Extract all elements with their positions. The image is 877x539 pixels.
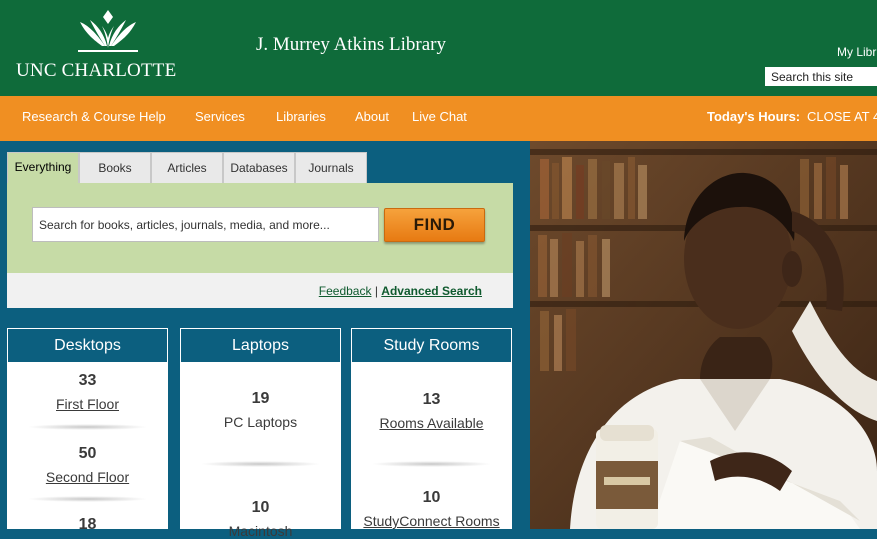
pc-laptops-label: PC Laptops	[223, 414, 298, 430]
available-count: 18	[78, 516, 97, 533]
advanced-search-link[interactable]: Advanced Search	[381, 284, 482, 298]
tab-books[interactable]: Books	[79, 152, 151, 183]
tab-databases[interactable]: Databases	[223, 152, 295, 183]
catalog-search-input[interactable]	[32, 207, 379, 242]
unc-charlotte-logo[interactable]: UNC CHARLOTTE	[16, 10, 176, 82]
laptops-panel-title: Laptops	[181, 329, 340, 362]
tab-everything[interactable]: Everything	[7, 152, 79, 184]
study-rooms-panel: Study Rooms 13 Rooms Available 10 StudyC…	[351, 328, 512, 529]
tab-articles[interactable]: Articles	[151, 152, 223, 183]
available-count: 50	[78, 445, 97, 462]
hours-label: Today's Hours:	[707, 109, 801, 124]
divider	[27, 424, 148, 430]
nav-item-about[interactable]: About	[355, 109, 389, 124]
tab-journals[interactable]: Journals	[295, 152, 367, 183]
studyconnect-rooms-link[interactable]: StudyConnect Rooms	[351, 513, 512, 529]
studyconnect-rooms: 10 StudyConnect Rooms	[351, 489, 512, 529]
nav-item-services[interactable]: Services	[195, 109, 245, 124]
nav-item-research-course-help[interactable]: Research & Course Help	[22, 109, 166, 124]
main-content: Everything Books Articles Databases Jour…	[0, 141, 530, 539]
search-links: Feedback | Advanced Search	[319, 284, 482, 298]
divider	[200, 461, 321, 467]
catalog-search-box: FIND	[7, 183, 513, 273]
first-floor-link[interactable]: First Floor	[7, 396, 168, 412]
nav-item-live-chat[interactable]: Live Chat	[412, 109, 467, 124]
crown-logo-icon	[78, 10, 138, 52]
photo-illustration	[530, 141, 877, 529]
logo-text: UNC CHARLOTTE	[16, 60, 177, 81]
desktops-second-floor: 50 Second Floor	[7, 445, 168, 485]
my-library-link[interactable]: My Libr	[837, 45, 876, 59]
laptops-pc: 19 PC Laptops	[180, 390, 341, 430]
site-header: UNC CHARLOTTE J. Murrey Atkins Library M…	[0, 0, 877, 96]
divider	[371, 461, 492, 467]
hero-photo-student-reading	[530, 141, 877, 529]
site-title[interactable]: J. Murrey Atkins Library	[256, 34, 446, 56]
site-search-input[interactable]	[765, 67, 877, 86]
rooms-available-link[interactable]: Rooms Available	[351, 415, 512, 431]
available-count: 33	[78, 372, 97, 389]
search-footer: Feedback | Advanced Search	[7, 273, 513, 308]
link-separator: |	[374, 284, 378, 298]
available-count: 10	[251, 499, 270, 516]
available-count: 10	[422, 489, 441, 506]
desktops-third-row: 18	[7, 516, 168, 534]
main-nav: Research & Course Help Services Librarie…	[0, 96, 877, 141]
laptops-panel: Laptops 19 PC Laptops 10 Macintosh	[180, 328, 341, 539]
rooms-available: 13 Rooms Available	[351, 391, 512, 431]
study-rooms-panel-title: Study Rooms	[352, 329, 511, 362]
second-floor-link[interactable]: Second Floor	[7, 469, 168, 485]
available-count: 13	[422, 391, 441, 408]
desktops-first-floor: 33 First Floor	[7, 372, 168, 412]
laptops-mac: 10 Macintosh	[180, 499, 341, 539]
hours-link[interactable]: CLOSE AT 4	[807, 109, 877, 124]
macintosh-label: Macintosh	[228, 523, 293, 539]
divider	[27, 496, 148, 502]
available-count: 19	[251, 390, 270, 407]
desktops-panel-title: Desktops	[8, 329, 167, 362]
nav-item-libraries[interactable]: Libraries	[276, 109, 326, 124]
feedback-link[interactable]: Feedback	[319, 284, 372, 298]
desktops-panel: Desktops 33 First Floor 50 Second Floor …	[7, 328, 168, 533]
find-button[interactable]: FIND	[384, 208, 485, 242]
